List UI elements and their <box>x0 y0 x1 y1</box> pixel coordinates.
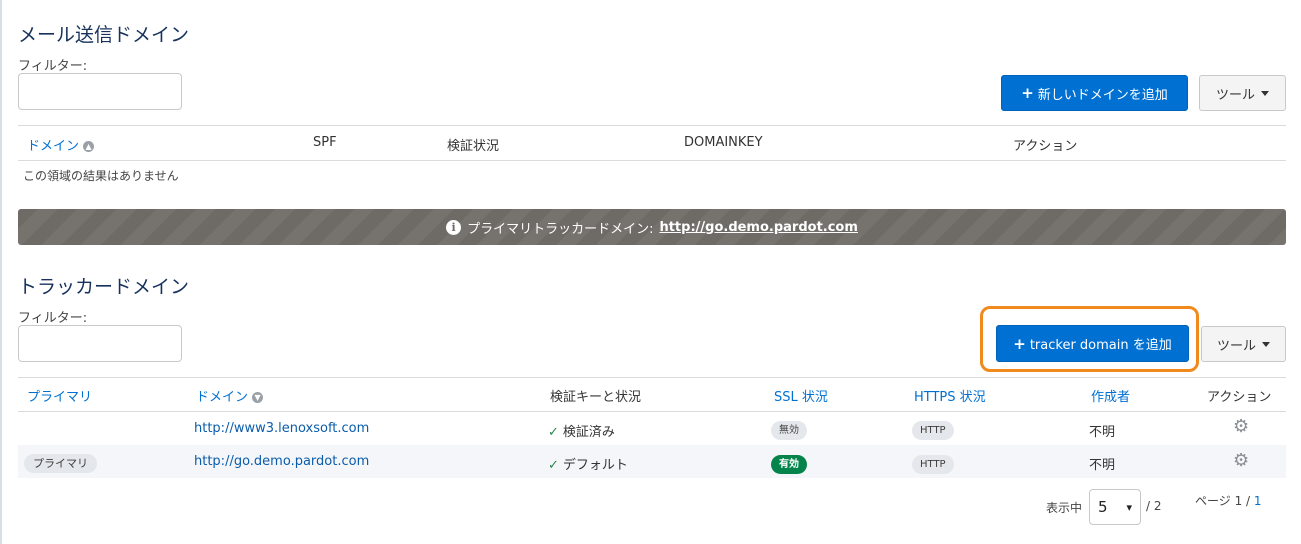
check-icon: ✓ <box>548 458 559 473</box>
row-1-verification: ✓ 検証済み <box>548 421 615 440</box>
tracker-col-action: アクション <box>1207 390 1272 405</box>
email-col-domainkey: DOMAINKEY <box>684 135 763 150</box>
email-filter-input[interactable] <box>18 73 182 110</box>
row-1-https-badge: HTTP <box>912 418 954 440</box>
divider <box>18 411 1286 412</box>
row-2-gear-icon[interactable]: ⚙ <box>1233 450 1249 471</box>
tracker-col-domain-label: ドメイン <box>196 390 249 405</box>
primary-tracker-banner: i プライマリトラッカードメイン: http://go.demo.pardot.… <box>18 209 1286 245</box>
tracker-col-ssl[interactable]: SSL 状況 <box>774 386 828 405</box>
divider <box>18 160 1286 161</box>
sort-up-icon: ▲ <box>83 141 95 152</box>
divider <box>18 377 1286 378</box>
email-col-domain-label: ドメイン <box>27 139 80 154</box>
tracker-col-verification: 検証キーと状況 <box>550 390 642 405</box>
tracker-col-https[interactable]: HTTPS 状況 <box>914 386 986 405</box>
row-1-creator: 不明 <box>1089 425 1116 440</box>
row-1-gear-icon[interactable]: ⚙ <box>1233 416 1249 437</box>
chevron-down-icon: ▾ <box>1126 500 1132 514</box>
tracker-tools-label: ツール <box>1216 338 1256 354</box>
email-domain-title: メール送信ドメイン <box>18 24 190 46</box>
add-tracker-domain-label: tracker domain を追加 <box>1029 338 1172 353</box>
caret-down-icon <box>1261 90 1269 96</box>
row-1-https-label: HTTP <box>912 421 954 440</box>
add-tracker-domain-button[interactable]: + tracker domain を追加 <box>996 325 1189 362</box>
caret-down-icon <box>1262 341 1270 347</box>
tracker-domain-title: トラッカードメイン <box>18 276 190 298</box>
total-suffix: / 2 <box>1146 499 1162 513</box>
row-1-verification-label: 検証済み <box>562 425 615 440</box>
row-1-ssl-label: 無効 <box>771 421 807 440</box>
row-2-primary-label: プライマリ <box>24 454 97 473</box>
row-2-verification-label: デフォルト <box>562 458 628 473</box>
page-label: ページ 1 / <box>1195 494 1251 508</box>
row-2-primary-badge: プライマリ <box>24 452 97 473</box>
email-tools-label: ツール <box>1215 87 1255 103</box>
tracker-col-domain[interactable]: ドメイン ▼ <box>196 386 264 405</box>
plus-icon: + <box>1013 334 1026 353</box>
email-filter-label: フィルター: <box>18 59 88 74</box>
add-email-domain-label: 新しいドメインを追加 <box>1037 87 1168 103</box>
row-2-https-label: HTTP <box>912 455 954 474</box>
plus-icon: + <box>1021 84 1034 102</box>
email-tools-button[interactable]: ツール <box>1199 75 1286 111</box>
banner-text: プライマリトラッカードメイン: <box>467 221 654 237</box>
tracker-filter-input[interactable] <box>18 325 182 362</box>
check-icon: ✓ <box>548 425 559 440</box>
tracker-col-creator[interactable]: 作成者 <box>1091 386 1130 405</box>
email-empty-message: この領域の結果はありません <box>23 169 179 183</box>
row-1-ssl-badge: 無効 <box>771 418 807 440</box>
tracker-tools-button[interactable]: ツール <box>1201 326 1286 362</box>
page-total-link[interactable]: 1 <box>1254 494 1262 508</box>
sort-down-icon: ▼ <box>252 392 264 403</box>
per-page-value: 5 <box>1098 498 1108 516</box>
per-page-select[interactable]: 5 ▾ <box>1089 489 1141 525</box>
show-label: 表示中 <box>1046 501 1083 515</box>
left-border <box>0 0 2 544</box>
email-col-spf: SPF <box>313 135 337 150</box>
add-email-domain-button[interactable]: + 新しいドメインを追加 <box>1001 75 1188 111</box>
row-2-ssl-badge: 有効 <box>771 452 807 474</box>
page-indicator: ページ 1 / 1 <box>1195 492 1262 509</box>
row-2-https-badge: HTTP <box>912 452 954 474</box>
email-col-status: 検証状況 <box>447 139 500 154</box>
primary-tracker-link[interactable]: http://go.demo.pardot.com <box>659 220 857 235</box>
row-2-creator: 不明 <box>1089 458 1116 473</box>
info-icon: i <box>446 219 462 235</box>
tracker-filter-label: フィルター: <box>18 311 88 326</box>
row-2-ssl-label: 有効 <box>771 455 807 474</box>
row-2-domain-link[interactable]: http://go.demo.pardot.com <box>194 454 369 469</box>
row-2-verification: ✓ デフォルト <box>548 454 628 473</box>
divider <box>18 125 1286 126</box>
email-col-domain[interactable]: ドメイン ▲ <box>27 135 95 154</box>
email-col-action: アクション <box>1013 139 1078 154</box>
tracker-col-primary[interactable]: プライマリ <box>27 386 92 405</box>
row-1-domain-link[interactable]: http://www3.lenoxsoft.com <box>194 421 369 436</box>
